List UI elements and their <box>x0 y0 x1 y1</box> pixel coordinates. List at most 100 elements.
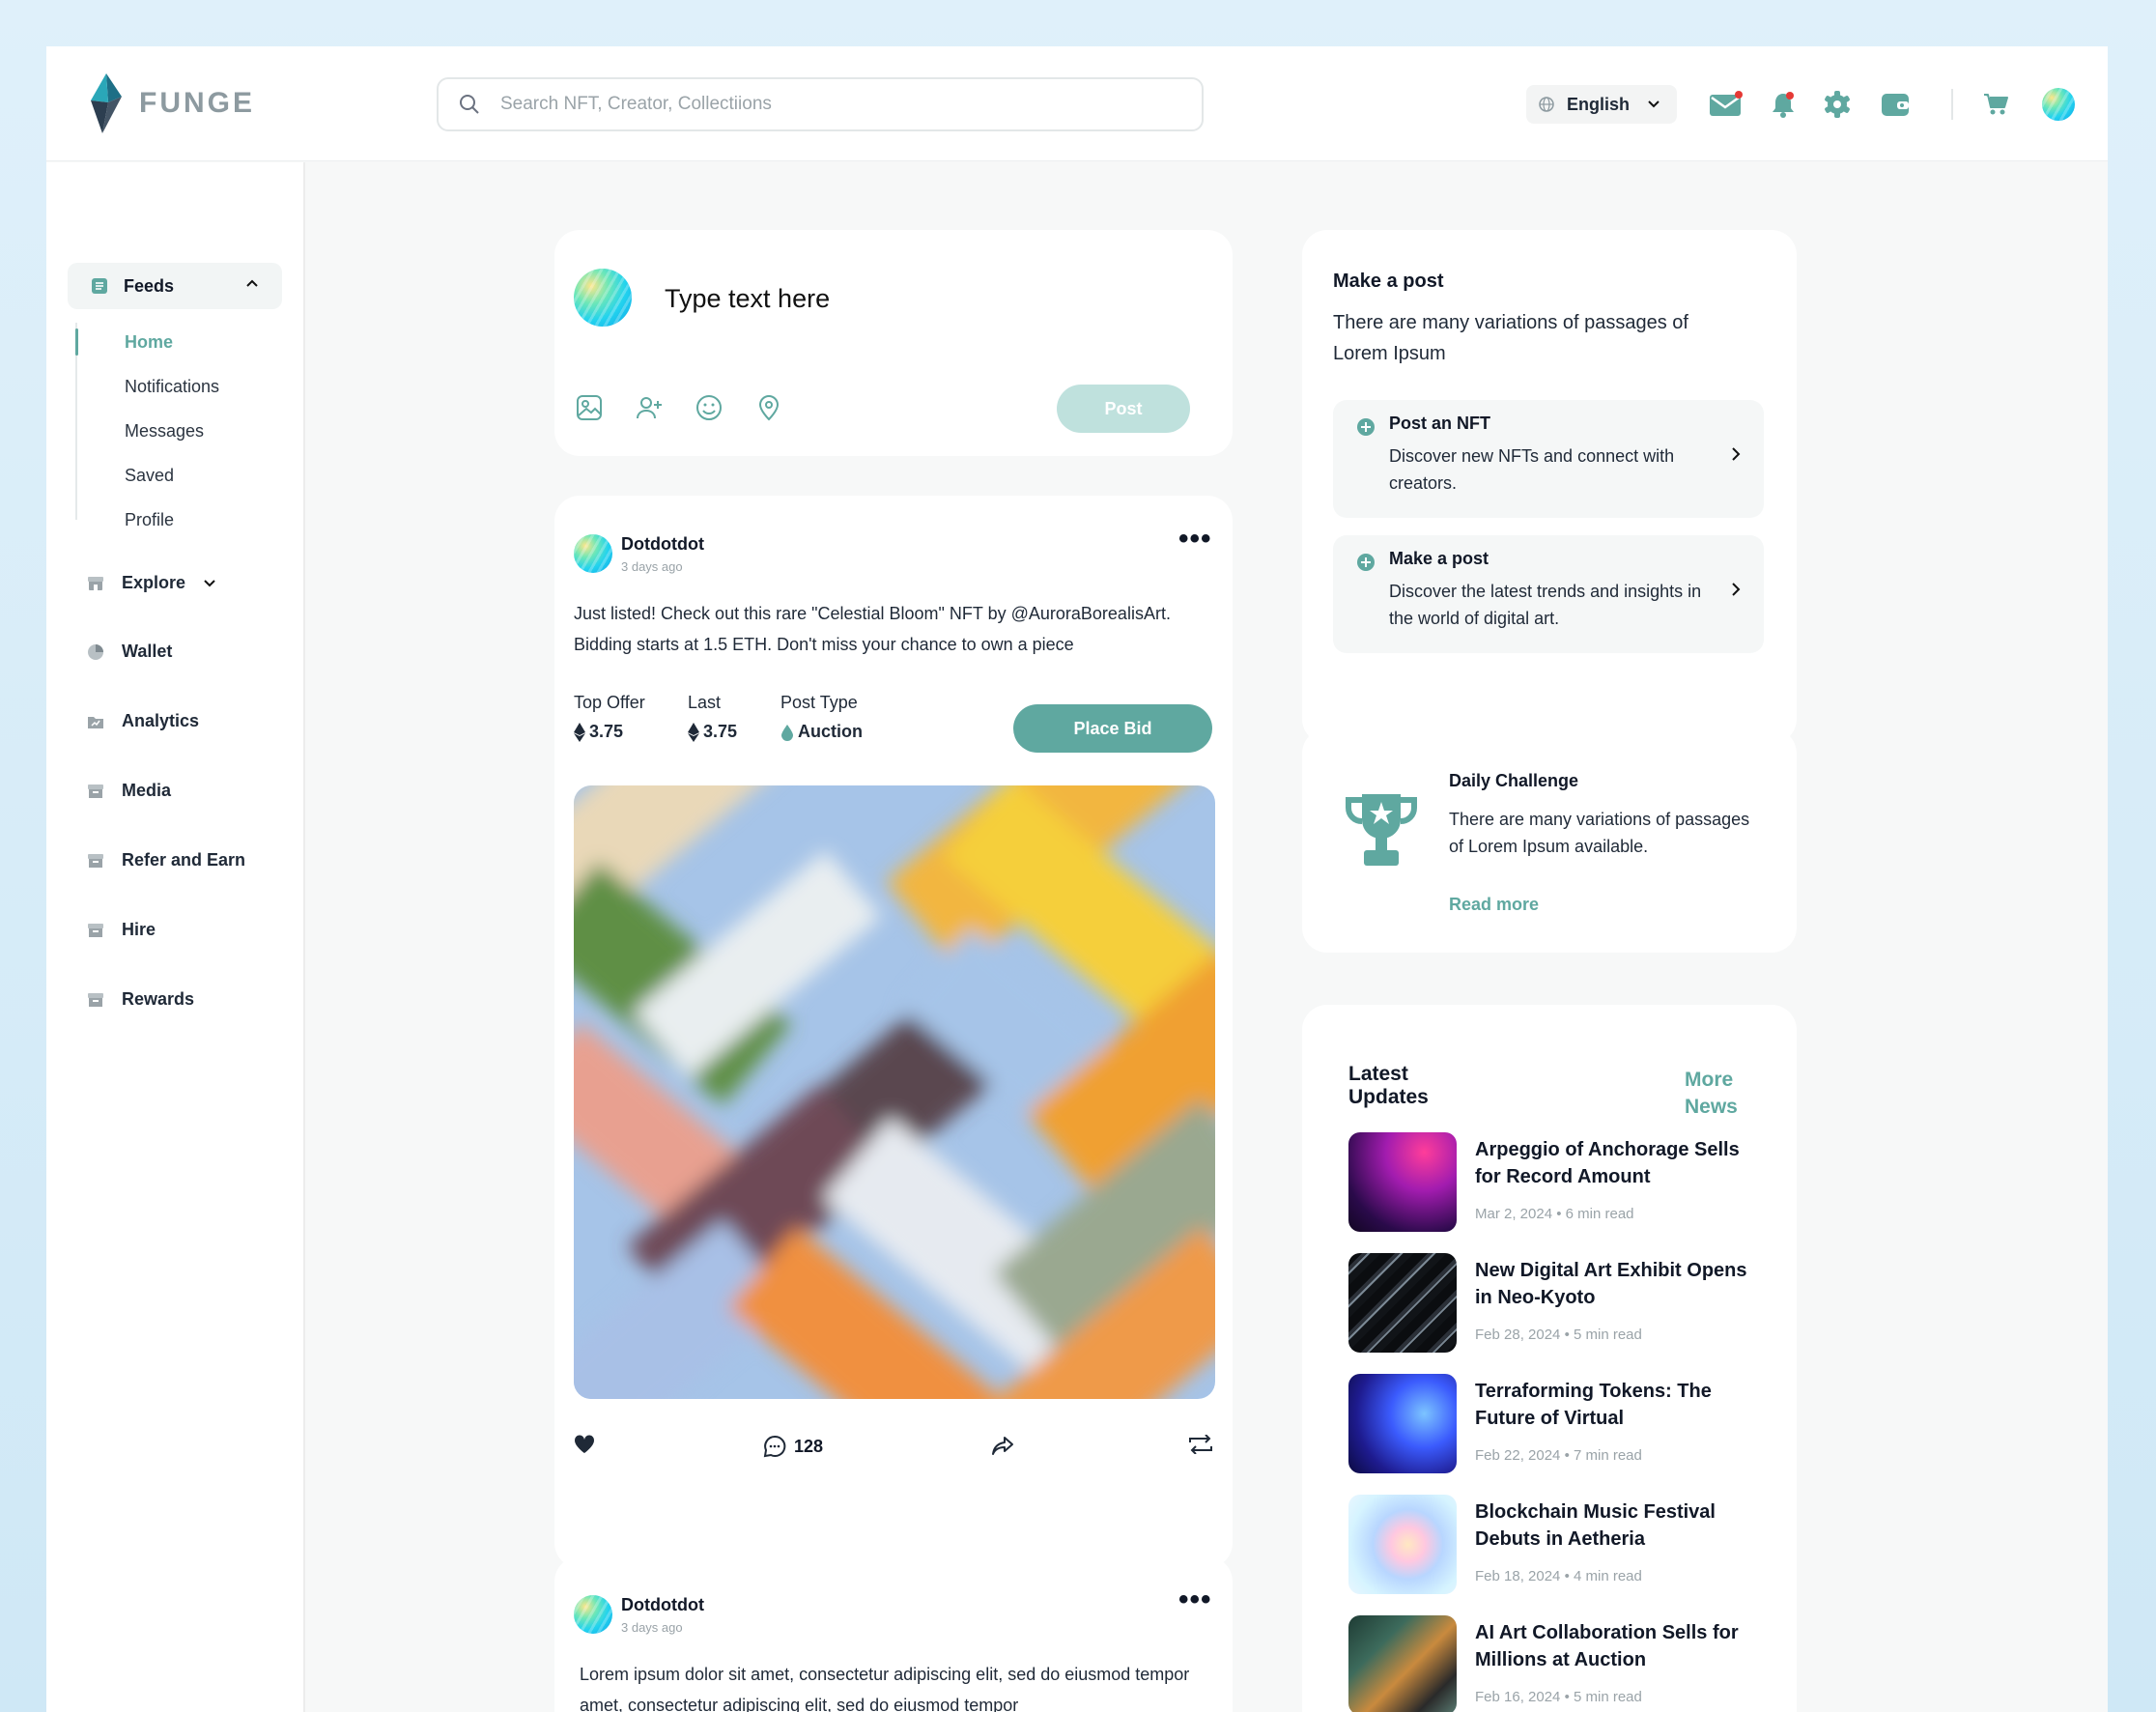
news-thumbnail <box>1348 1374 1457 1473</box>
post-type-value: Auction <box>780 722 863 742</box>
share-button[interactable] <box>991 1435 1014 1456</box>
chevron-right-icon <box>1732 583 1741 596</box>
folder-chart-icon <box>88 716 103 728</box>
news-item[interactable]: Arpeggio of Anchorage Sells for Record A… <box>1348 1132 1754 1233</box>
nft-image[interactable] <box>574 785 1215 1399</box>
sidebar-item-wallet[interactable]: Wallet <box>87 642 172 662</box>
news-thumbnail <box>1348 1132 1457 1232</box>
cart-button[interactable] <box>1978 87 2013 122</box>
news-meta: Feb 16, 2024 • 5 min read <box>1475 1689 1642 1705</box>
news-item[interactable]: New Digital Art Exhibit Opens in Neo-Kyo… <box>1348 1253 1754 1354</box>
image-icon[interactable] <box>574 392 605 423</box>
user-avatar[interactable] <box>2042 88 2075 121</box>
sidebar-item-explore[interactable]: Explore <box>87 573 216 593</box>
last-value: 3.75 <box>688 722 737 742</box>
ethereum-icon <box>688 722 699 742</box>
drop-icon <box>781 724 793 741</box>
post-time: 3 days ago <box>621 1620 683 1635</box>
sidebar-item-media[interactable]: Media <box>87 781 171 801</box>
last-number: 3.75 <box>703 722 738 741</box>
top-bar: FUNGE English <box>46 46 2108 161</box>
feed-post: Dotdotdot 3 days ago ••• Lorem ipsum dol… <box>554 1556 1233 1712</box>
feed-icon <box>92 278 107 294</box>
subnav-profile[interactable]: Profile <box>125 510 174 530</box>
store-icon <box>88 576 103 590</box>
post-author[interactable]: Dotdotdot <box>621 1595 704 1615</box>
chevron-right-icon <box>1732 447 1741 461</box>
post-text: Lorem ipsum dolor sit amet, consectetur … <box>580 1665 1190 1712</box>
archive-icon <box>88 992 103 1007</box>
gear-icon <box>1825 91 1850 118</box>
news-meta: Mar 2, 2024 • 6 min read <box>1475 1206 1634 1222</box>
post-author[interactable]: Dotdotdot <box>621 534 704 555</box>
sidebar-item-rewards[interactable]: Rewards <box>87 989 194 1010</box>
globe-icon <box>1539 97 1554 112</box>
language-selector[interactable]: English <box>1526 85 1677 124</box>
subnav-home[interactable]: Home <box>125 332 173 353</box>
subnav-saved[interactable]: Saved <box>125 466 174 486</box>
active-indicator <box>75 328 78 356</box>
post-time: 3 days ago <box>621 559 683 574</box>
make-post-option[interactable]: Make a post Discover the latest trends a… <box>1333 535 1764 653</box>
make-post-panel: Make a post There are many variations of… <box>1302 230 1797 744</box>
subnav-notifications[interactable]: Notifications <box>125 377 219 397</box>
post-button[interactable]: Post <box>1057 385 1190 433</box>
logo[interactable]: FUNGE <box>85 73 255 133</box>
sidebar-item-hire[interactable]: Hire <box>87 920 156 940</box>
repost-button[interactable] <box>1188 1435 1213 1454</box>
subnav-messages[interactable]: Messages <box>125 421 204 442</box>
search-bar[interactable] <box>437 77 1204 131</box>
composer-avatar <box>574 269 632 327</box>
news-title: Arpeggio of Anchorage Sells for Record A… <box>1475 1139 1740 1187</box>
sidebar-item-label: Feeds <box>124 275 175 296</box>
post-nft-option[interactable]: Post an NFT Discover new NFTs and connec… <box>1333 400 1764 518</box>
tag-user-icon[interactable] <box>634 392 665 423</box>
composer-input[interactable]: Type text here <box>665 284 830 314</box>
comment-icon <box>763 1435 786 1458</box>
location-icon[interactable] <box>753 392 784 423</box>
logo-text: FUNGE <box>139 87 255 119</box>
header-divider <box>1951 89 1953 120</box>
updates-title: Latest Updates <box>1348 1063 1429 1108</box>
mail-button[interactable] <box>1708 87 1743 122</box>
sidebar-item-analytics[interactable]: Analytics <box>87 711 199 731</box>
sidebar-item-label: Wallet <box>122 642 173 661</box>
news-item[interactable]: AI Art Collaboration Sells for Millions … <box>1348 1615 1754 1712</box>
post-type-label: Post Type <box>780 693 858 712</box>
author-avatar[interactable] <box>574 534 612 573</box>
notifications-button[interactable] <box>1766 87 1801 122</box>
wallet-button[interactable] <box>1878 87 1913 122</box>
comment-count: 128 <box>794 1436 824 1456</box>
sidebar-item-label: Explore <box>122 573 186 592</box>
language-label: English <box>1567 94 1631 114</box>
read-more-link[interactable]: Read more <box>1449 895 1539 915</box>
like-button[interactable] <box>574 1435 595 1454</box>
app-window: FUNGE English Feed <box>46 46 2108 1712</box>
news-meta: Feb 22, 2024 • 7 min read <box>1475 1447 1642 1464</box>
emoji-icon[interactable] <box>694 392 724 423</box>
news-title: Terraforming Tokens: The Future of Virtu… <box>1475 1381 1712 1429</box>
news-item[interactable]: Blockchain Music Festival Debuts in Aeth… <box>1348 1495 1754 1595</box>
settings-button[interactable] <box>1820 87 1855 122</box>
chevron-down-icon <box>204 579 215 586</box>
news-title: New Digital Art Exhibit Opens in Neo-Kyo… <box>1475 1260 1747 1308</box>
option-description: Discover new NFTs and connect with creat… <box>1389 446 1675 493</box>
post-text: Just listed! Check out this rare "Celest… <box>574 604 1171 654</box>
sidebar-item-feeds[interactable]: Feeds <box>68 263 282 309</box>
author-avatar[interactable] <box>574 1595 612 1634</box>
archive-icon <box>88 853 103 868</box>
news-item[interactable]: Terraforming Tokens: The Future of Virtu… <box>1348 1374 1754 1474</box>
news-meta: Feb 18, 2024 • 4 min read <box>1475 1568 1642 1584</box>
comment-button[interactable]: 128 <box>763 1435 823 1458</box>
nft-artwork <box>574 785 1215 1399</box>
news-title: Blockchain Music Festival Debuts in Aeth… <box>1475 1501 1716 1550</box>
news-thumbnail <box>1348 1253 1457 1353</box>
search-input[interactable] <box>500 94 1157 115</box>
more-news-link[interactable]: More News <box>1685 1067 1762 1121</box>
sidebar-item-refer-and-earn[interactable]: Refer and Earn <box>87 850 245 870</box>
place-bid-button[interactable]: Place Bid <box>1013 704 1212 753</box>
repost-icon <box>1189 1435 1212 1454</box>
more-options-icon[interactable]: ••• <box>1178 1585 1212 1614</box>
more-options-icon[interactable]: ••• <box>1178 525 1212 554</box>
sidebar-item-label: Refer and Earn <box>122 850 246 870</box>
